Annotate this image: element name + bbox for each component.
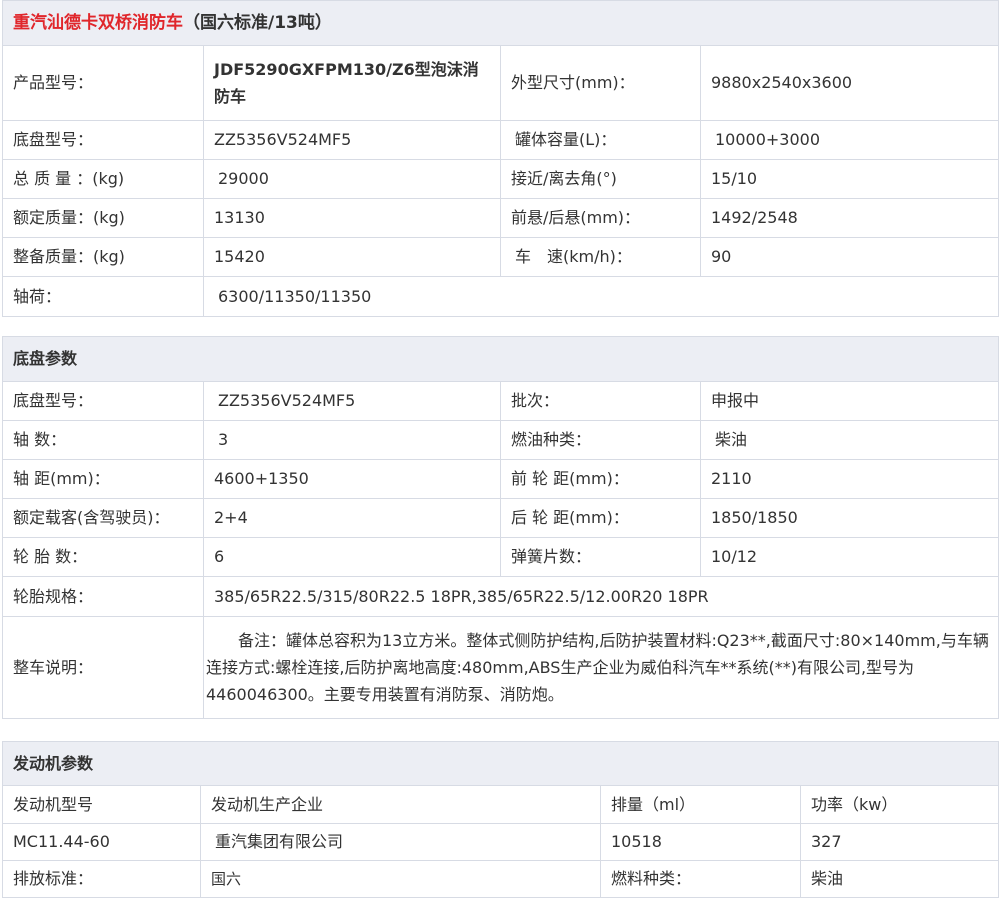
value-chassis-model-2: ZZ5356V524MF5 <box>203 381 501 421</box>
table-row: 轮胎规格： 385/65R22.5/315/80R22.5 18PR,385/6… <box>2 576 1000 617</box>
label-tire-count: 轮 胎 数： <box>2 537 204 577</box>
table-row: 轴 数： 3 燃油种类： 柴油 <box>2 420 1000 460</box>
value-batch: 申报中 <box>699 381 1000 421</box>
value-axle-count: 3 <box>203 420 501 460</box>
table-row: MC11.44-60 重汽集团有限公司 10518 327 <box>2 823 1000 861</box>
table-header-row: 发动机型号 发动机生产企业 排量（ml） 功率（kw） <box>2 785 1000 824</box>
product-title: 重汽汕德卡双桥消防车（国六标准/13吨） <box>2 0 999 46</box>
label-axle-load: 轴荷： <box>2 276 204 317</box>
table-row: 总 质 量 ：(kg) 29000 接近/离去角(°) 15/10 <box>2 159 999 199</box>
value-tire-count: 6 <box>203 537 501 577</box>
value-wheelbase: 4600+1350 <box>203 459 501 499</box>
label-dimensions: 外型尺寸(mm)： <box>500 45 701 121</box>
header-engine-maker: 发动机生产企业 <box>200 785 601 824</box>
value-passengers: 2+4 <box>203 498 501 538</box>
engine-params-table: 发动机参数 发动机型号 发动机生产企业 排量（ml） 功率（kw） MC11.4… <box>1 741 1000 898</box>
header-displacement: 排量（ml） <box>600 785 801 824</box>
label-total-mass: 总 质 量 ：(kg) <box>2 159 204 199</box>
value-emission-standard: 国六 <box>200 860 601 898</box>
value-power: 327 <box>799 823 1000 861</box>
label-curb-mass: 整备质量：(kg) <box>2 237 204 277</box>
table-row: 轮 胎 数： 6 弹簧片数： 10/12 <box>2 537 1000 577</box>
title-standard: （国六标准/13吨） <box>183 13 332 33</box>
label-fuel-type: 燃油种类： <box>500 420 701 460</box>
value-fuel-type-engine: 柴油 <box>799 860 1000 898</box>
engine-section-title: 发动机参数 <box>1 741 1000 786</box>
table-row: 排放标准： 国六 燃料种类： 柴油 <box>2 860 1000 898</box>
label-axle-count: 轴 数： <box>2 420 204 460</box>
label-overhang: 前悬/后悬(mm)： <box>500 198 701 238</box>
value-spring-leaves: 10/12 <box>699 537 1000 577</box>
value-curb-mass: 15420 <box>203 237 501 277</box>
header-power: 功率（kw） <box>799 785 1000 824</box>
table-row: 底盘型号： ZZ5356V524MF5 批次： 申报中 <box>2 381 1000 421</box>
title-model-name: 重汽汕德卡双桥消防车 <box>13 13 183 33</box>
table-row: 整备质量：(kg) 15420 车 速(km/h)： 90 <box>2 237 999 277</box>
table-row: 产品型号： JDF5290GXFPM130/Z6型泡沫消防车 外型尺寸(mm)：… <box>2 45 999 121</box>
label-tire-spec: 轮胎规格： <box>2 576 204 617</box>
value-fuel-type: 柴油 <box>699 420 1000 460</box>
label-chassis-model: 底盘型号： <box>2 120 204 160</box>
label-spring-leaves: 弹簧片数： <box>500 537 701 577</box>
value-rear-track: 1850/1850 <box>699 498 1000 538</box>
table-row: 额定载客(含驾驶员)： 2+4 后 轮 距(mm)： 1850/1850 <box>2 498 1000 538</box>
value-speed: 90 <box>700 237 999 277</box>
label-rear-track: 后 轮 距(mm)： <box>500 498 701 538</box>
table-row: 轴 距(mm)： 4600+1350 前 轮 距(mm)： 2110 <box>2 459 1000 499</box>
label-batch: 批次： <box>500 381 701 421</box>
value-vehicle-description: 备注：罐体总容积为13立方米。整体式侧防护结构,后防护装置材料:Q23**,截面… <box>202 616 1000 719</box>
product-params-table: 重汽汕德卡双桥消防车（国六标准/13吨） 产品型号： JDF5290GXFPM1… <box>2 0 999 317</box>
value-front-track: 2110 <box>699 459 1000 499</box>
label-speed: 车 速(km/h)： <box>500 237 701 277</box>
label-approach-angle: 接近/离去角(°) <box>500 159 701 199</box>
label-emission-standard: 排放标准： <box>2 860 201 898</box>
value-engine-model: MC11.44-60 <box>2 823 201 861</box>
engine-title-row: 发动机参数 <box>1 741 1000 786</box>
value-product-model: JDF5290GXFPM130/Z6型泡沫消防车 <box>203 45 501 121</box>
product-title-row: 重汽汕德卡双桥消防车（国六标准/13吨） <box>2 0 999 46</box>
table-row: 底盘型号： ZZ5356V524MF5 罐体容量(L)： 10000+3000 <box>2 120 999 160</box>
label-product-model: 产品型号： <box>2 45 204 121</box>
table-row: 额定质量：(kg) 13130 前悬/后悬(mm)： 1492/2548 <box>2 198 999 238</box>
label-passengers: 额定载客(含驾驶员)： <box>2 498 204 538</box>
value-displacement: 10518 <box>600 823 801 861</box>
value-tank-capacity: 10000+3000 <box>700 120 999 160</box>
value-rated-mass: 13130 <box>203 198 501 238</box>
value-chassis-model: ZZ5356V524MF5 <box>203 120 501 160</box>
header-engine-model: 发动机型号 <box>2 785 201 824</box>
value-overhang: 1492/2548 <box>700 198 999 238</box>
value-tire-spec: 385/65R22.5/315/80R22.5 18PR,385/65R22.5… <box>202 576 1000 617</box>
value-total-mass: 29000 <box>203 159 501 199</box>
label-chassis-model-2: 底盘型号： <box>2 381 204 421</box>
label-rated-mass: 额定质量：(kg) <box>2 198 204 238</box>
label-tank-capacity: 罐体容量(L)： <box>500 120 701 160</box>
value-axle-load: 6300/11350/11350 <box>203 276 999 317</box>
chassis-section-title: 底盘参数 <box>1 336 1000 382</box>
label-fuel-type-engine: 燃料种类： <box>600 860 801 898</box>
label-vehicle-description: 整车说明： <box>2 616 204 719</box>
label-wheelbase: 轴 距(mm)： <box>2 459 204 499</box>
table-row: 轴荷： 6300/11350/11350 <box>2 276 999 317</box>
table-row: 整车说明： 备注：罐体总容积为13立方米。整体式侧防护结构,后防护装置材料:Q2… <box>2 616 1000 719</box>
chassis-params-table: 底盘参数 底盘型号： ZZ5356V524MF5 批次： 申报中 轴 数： 3 … <box>1 336 1000 719</box>
chassis-title-row: 底盘参数 <box>1 336 1000 382</box>
label-front-track: 前 轮 距(mm)： <box>500 459 701 499</box>
value-engine-maker: 重汽集团有限公司 <box>200 823 601 861</box>
value-dimensions: 9880x2540x3600 <box>700 45 999 121</box>
value-approach-angle: 15/10 <box>700 159 999 199</box>
